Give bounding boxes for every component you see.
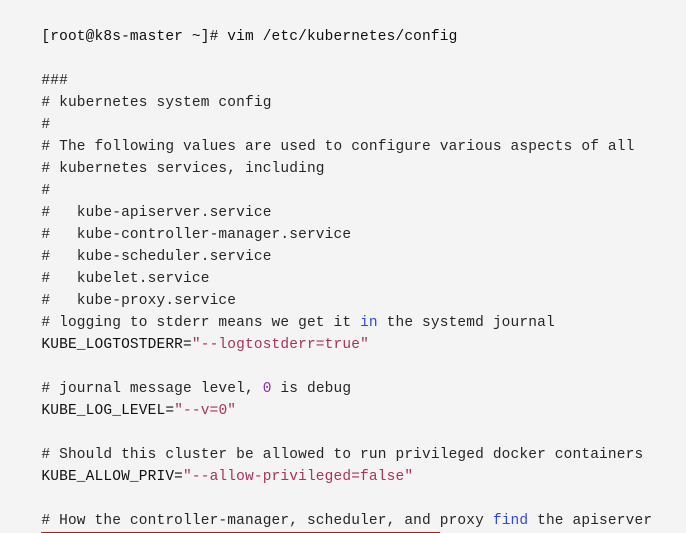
- comment-text: # kubernetes system config: [41, 95, 272, 111]
- comment-text: # How the controller-manager, scheduler,…: [41, 513, 493, 529]
- comment-text: # journal message level,: [41, 381, 263, 397]
- comment-text: # kubernetes services, including: [41, 161, 325, 177]
- variable-value: "--logtostderr=true": [191, 337, 369, 353]
- config-line-description-1: # The following values are used to confi…: [6, 114, 686, 155]
- shell-prompt-line: [root@k8s-master ~]# vim /etc/kubernetes…: [6, 4, 686, 45]
- keyword-in: in: [360, 315, 378, 331]
- keyword-find: find: [492, 513, 529, 529]
- comment-text: # The following values are used to confi…: [41, 139, 635, 155]
- variable-name: KUBE_LOGTOSTDERR=: [41, 337, 192, 353]
- shell-prompt-text: [root@k8s-master ~]# vim /etc/kubernetes…: [41, 29, 458, 45]
- comment-text: # Should this cluster be allowed to run …: [41, 447, 644, 463]
- comment-text: # kube-apiserver.service: [41, 205, 272, 221]
- variable-value: "--allow-privileged=false": [183, 469, 414, 485]
- comment-text: # logging to stderr means we get it: [41, 315, 361, 331]
- comment-text: ###: [41, 73, 68, 89]
- terminal-window[interactable]: [root@k8s-master ~]# vim /etc/kubernetes…: [0, 0, 686, 533]
- config-line-hash-rule: ###: [6, 48, 686, 89]
- variable-value: "--v=0": [174, 403, 237, 419]
- config-line-loglevel-comment: # journal message level, 0 is debug: [6, 356, 686, 397]
- comment-text: # kubelet.service: [41, 271, 210, 287]
- comment-text: #: [41, 117, 51, 133]
- config-line-system-config: # kubernetes system config: [6, 70, 686, 111]
- comment-text: # kube-scheduler.service: [41, 249, 272, 265]
- variable-name: KUBE_ALLOW_PRIV=: [41, 469, 184, 485]
- variable-name: KUBE_LOG_LEVEL=: [41, 403, 175, 419]
- number-zero: 0: [262, 381, 272, 397]
- comment-text: # kube-proxy.service: [41, 293, 237, 309]
- comment-text-tail: the apiserver: [528, 513, 653, 529]
- comment-text-tail: is debug: [271, 381, 352, 397]
- config-line-service-apiserver: # kube-apiserver.service: [6, 180, 686, 221]
- config-line-master-comment: # How the controller-manager, scheduler,…: [6, 488, 686, 529]
- comment-text-tail: the systemd journal: [377, 315, 555, 331]
- comment-text: #: [41, 183, 51, 199]
- config-line-allowpriv-comment: # Should this cluster be allowed to run …: [6, 422, 686, 463]
- comment-text: # kube-controller-manager.service: [41, 227, 352, 243]
